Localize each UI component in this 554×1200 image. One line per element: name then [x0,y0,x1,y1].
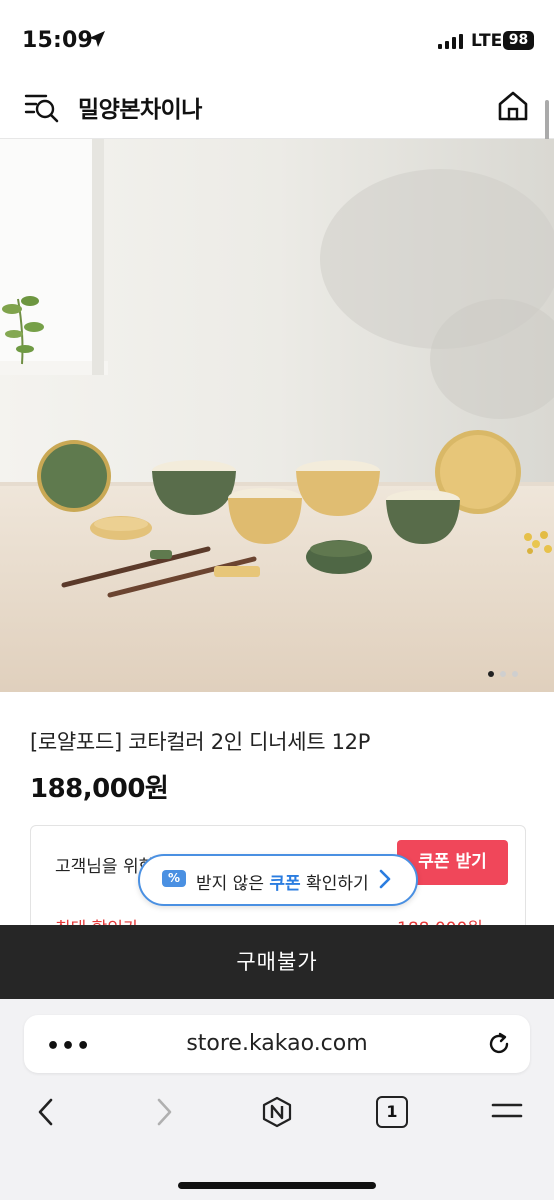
home-indicator [178,1182,376,1189]
browser-toolbar: ••• store.kakao.com 1 [0,999,554,1200]
unclaimed-coupon-pill[interactable]: % 받지 않은 쿠폰 확인하기 [138,854,418,906]
store-title[interactable]: 밀양본차이나 [78,90,202,124]
carousel-dots[interactable] [488,662,524,681]
unclaimed-coupon-text: 받지 않은 쿠폰 확인하기 [196,869,369,894]
back-icon[interactable] [36,1096,56,1128]
status-bar: 15:09 LTE 98 [0,0,554,80]
url-text[interactable]: store.kakao.com [24,1031,530,1056]
carousel-dot[interactable] [500,671,506,677]
location-arrow-icon [89,31,105,47]
pill-text-before: 받지 않은 [196,874,270,894]
url-bar[interactable]: ••• store.kakao.com [24,1015,530,1073]
signal-icon [438,34,463,49]
product-image[interactable] [0,139,554,692]
home-icon[interactable] [496,89,530,123]
carousel-dot[interactable] [512,671,518,677]
app-header: 밀양본차이나 [0,80,554,139]
naver-n-icon[interactable] [261,1096,293,1128]
network-label: LTE [471,31,503,51]
status-time: 15:09 [22,28,94,53]
battery-icon: 98 [503,31,534,50]
chevron-right-icon [379,869,391,889]
carousel-dot-active[interactable] [488,671,494,677]
menu-search-icon[interactable] [24,92,60,124]
product-title: [로얄포드] 코타컬러 2인 디너세트 12P [30,730,371,754]
small-green-dish [306,540,372,574]
forward-icon[interactable] [154,1096,174,1128]
product-price: 188,000원 [30,774,169,804]
reload-icon[interactable] [486,1031,512,1057]
small-yellow-dish [90,516,152,540]
pill-text-highlight: 쿠폰 [269,874,301,894]
percent-icon: % [162,870,186,887]
pill-text-after: 확인하기 [300,874,369,894]
green-plate [37,440,111,512]
hamburger-menu-icon[interactable] [491,1101,523,1121]
tabs-icon[interactable]: 1 [376,1096,408,1128]
purchase-unavailable-button[interactable]: 구매불가 [0,925,554,999]
